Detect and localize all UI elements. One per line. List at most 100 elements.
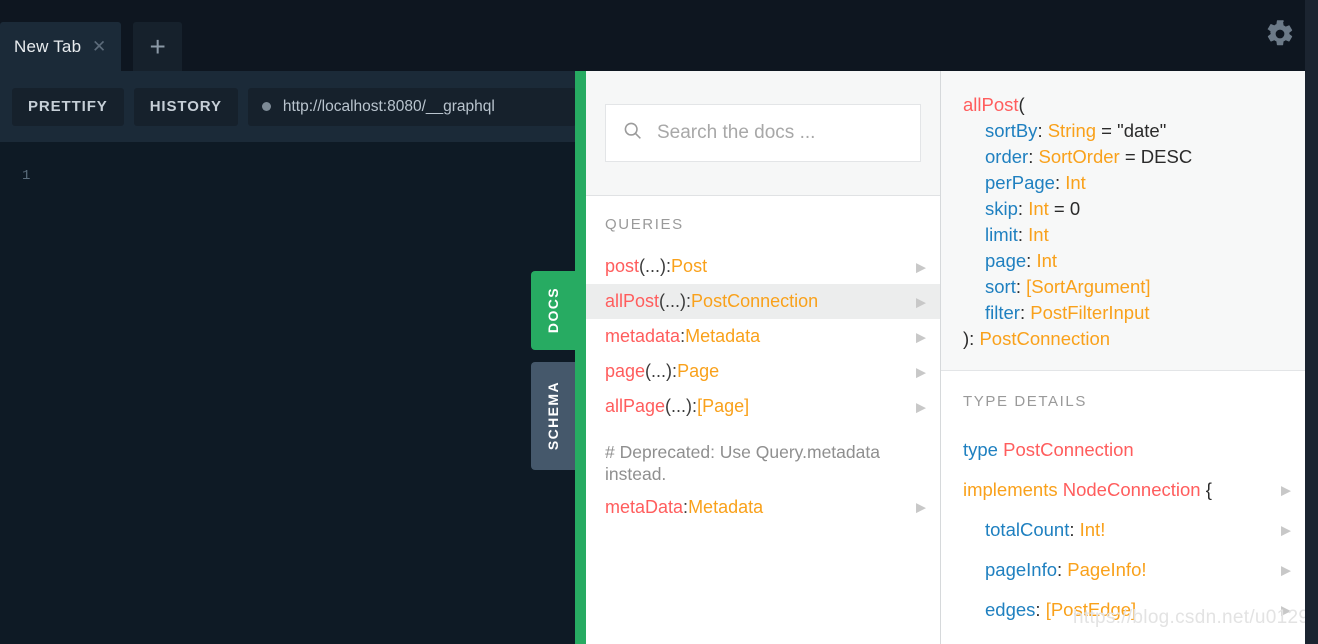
graphiql-window: New Tab ✕ + PRETTIFY HISTORY http://loca… [0,0,1318,644]
arg-default: = DESC [1119,146,1193,167]
type-field-totalCount[interactable]: totalCount: Int! ▶ [941,510,1305,550]
query-editor[interactable] [0,142,576,644]
arg-type: Int [1028,224,1049,245]
type-field-pageInfo[interactable]: pageInfo: PageInfo! ▶ [941,550,1305,590]
field-type: Post [671,256,708,276]
chevron-right-icon: ▶ [916,329,926,344]
field-args: (...) [645,361,673,381]
docs-field-metadata[interactable]: metadata : Metadata ▶ [586,319,940,354]
field-type: Metadata [688,496,764,517]
arg-name: limit [985,224,1018,245]
add-tab-button[interactable]: + [133,22,183,71]
field-name: allPage [605,396,666,416]
chevron-right-icon: ▶ [916,294,926,309]
arg-name: skip [985,198,1018,219]
type-name[interactable]: PostConnection [1003,439,1134,460]
editor-line-number: 1 [22,168,31,184]
signature-arg-limit: limit: Int [941,222,1305,248]
signature-arg-sort: sort: [SortArgument] [941,274,1305,300]
field-type: [PostEdge] [1045,599,1137,620]
tab-new-tab[interactable]: New Tab ✕ [0,22,122,71]
docs-search-input[interactable]: Search the docs ... [605,104,921,162]
chevron-right-icon: ▶ [1281,522,1291,538]
type-field-edges[interactable]: edges: [PostEdge] ▶ [941,590,1305,630]
docs-field-allPost[interactable]: allPost (...) : PostConnection ▶ [586,284,940,319]
signature-arg-skip: skip: Int = 0 [941,196,1305,222]
arg-separator: : [1019,302,1031,323]
arg-type: SortOrder [1038,146,1120,167]
field-type: [Page] [697,396,750,416]
type-implements[interactable]: implements NodeConnection { ▶ [941,470,1305,510]
arg-separator: : [1017,198,1029,219]
field-detail-panel: allPost( sortBy: String = "date" order: … [941,71,1305,644]
field-signature-block: allPost( sortBy: String = "date" order: … [941,71,1305,371]
signature-arg-filter: filter: PostFilterInput [941,300,1305,326]
deprecation-note: # Deprecated: Use Query.metadata instead… [605,442,880,484]
type-details-title: TYPE DETAILS [963,393,1087,410]
chevron-right-icon: ▶ [1281,482,1291,498]
signature-field-name: allPost [963,94,1019,115]
field-type: PostConnection [691,291,819,311]
arg-default: = 0 [1048,198,1081,219]
type-declaration: type PostConnection [941,430,1305,470]
implements-keyword: implements [963,479,1058,500]
field-name: edges [985,599,1036,620]
arg-separator: : [1028,146,1039,167]
signature-header: allPost( [941,92,1305,118]
docs-search-placeholder: Search the docs ... [657,122,816,143]
plus-icon: + [149,30,166,62]
arg-separator: : [1054,172,1066,193]
window-right-edge [1305,0,1318,644]
arg-type: Int [1036,250,1058,271]
docs-field-metaData[interactable]: metaData : Metadata ▶ [586,490,940,525]
settings-button[interactable] [1260,16,1300,56]
docs-content: QUERIES post (...) : Post ▶ allPost (...… [586,196,940,525]
prettify-button[interactable]: PRETTIFY [12,87,124,126]
close-icon[interactable]: ✕ [91,38,107,55]
sidebar-tab-schema-label: SCHEMA [545,381,561,451]
chevron-right-icon: ▶ [916,364,926,379]
field-separator: : [1069,519,1080,540]
chevron-right-icon: ▶ [916,499,926,515]
chevron-right-icon: ▶ [916,399,926,414]
signature-open-paren: ( [1018,94,1025,115]
arg-type: Int [1065,172,1086,193]
arg-default: = "date" [1096,120,1167,141]
signature-arg-order: order: SortOrder = DESC [941,144,1305,170]
signature-close-paren: ): [963,328,980,349]
docs-field-post[interactable]: post (...) : Post ▶ [586,249,940,284]
open-brace: { [1205,479,1212,500]
signature-arg-sortBy: sortBy: String = "date" [941,118,1305,144]
history-button[interactable]: HISTORY [133,87,238,126]
sidebar-tab-docs[interactable]: DOCS [531,271,575,350]
field-type: Int! [1079,519,1106,540]
docs-search-section: Search the docs ... [586,71,940,196]
arg-name: order [985,146,1029,167]
arg-type: String [1047,120,1097,141]
search-icon [622,120,643,146]
field-name: post [605,256,640,276]
field-type: PageInfo! [1067,559,1147,580]
tab-label: New Tab [14,36,82,56]
endpoint-url-text: http://localhost:8080/__graphql [282,97,495,115]
arg-separator: : [1015,276,1027,297]
arg-name: perPage [985,172,1055,193]
arg-name: sort [985,276,1016,297]
field-args: (...) [639,256,667,276]
connection-status-dot [261,102,271,111]
implements-type-name[interactable]: NodeConnection [1063,479,1201,500]
docs-section-title: QUERIES [605,216,684,233]
type-details-block: TYPE DETAILS type PostConnection impleme… [941,371,1305,630]
arg-name: filter [985,302,1020,323]
arg-type: Int [1028,198,1049,219]
endpoint-url-field[interactable]: http://localhost:8080/__graphql [247,87,576,126]
docs-field-page[interactable]: page (...) : Page ▶ [586,354,940,389]
arg-name: sortBy [985,120,1038,141]
field-separator: : [1035,599,1046,620]
editor-toolbar: PRETTIFY HISTORY http://localhost:8080/_… [0,71,576,142]
field-separator: : [1057,559,1068,580]
type-keyword: type [963,439,998,460]
docs-field-allPage[interactable]: allPage (...) : [Page] ▶ [586,389,940,424]
tab-bar: New Tab ✕ + [0,22,183,71]
sidebar-tab-schema[interactable]: SCHEMA [531,362,575,470]
